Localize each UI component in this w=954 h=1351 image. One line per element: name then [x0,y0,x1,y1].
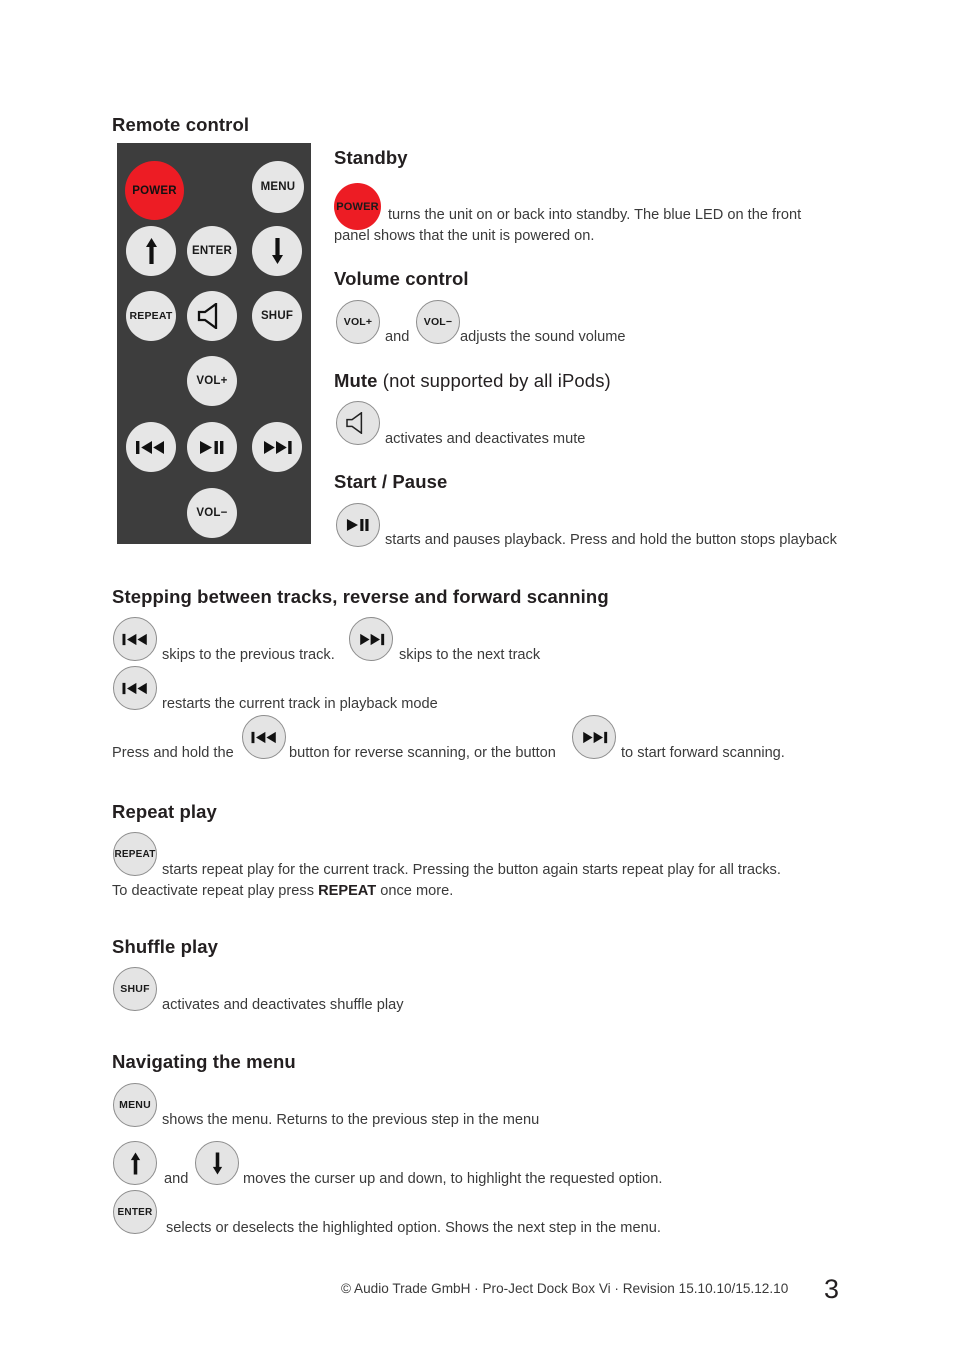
stepping-hold-text-mid: button for reverse scanning, or the butt… [289,745,556,761]
heading-mute-bold: Mute [334,370,378,391]
volume-and-text: and [385,329,410,345]
start-pause-description: starts and pauses playback. Press and ho… [385,532,837,548]
arrow-up-icon [145,238,158,264]
remote-down-button[interactable] [252,226,302,276]
enter-description: selects or deselects the highlighted opt… [166,1220,661,1236]
heading-volume-control: Volume control [334,268,469,289]
repeat-line2-bold: REPEAT [318,883,377,899]
menu-label: MENU [119,1099,151,1111]
play-pause-icon [346,518,370,532]
arrow-down-icon [271,238,284,264]
enter-button[interactable]: ENTER [113,1190,157,1234]
menu-up-button[interactable] [113,1141,157,1185]
heading-mute-light: (not supported by all iPods) [377,370,611,391]
next-track-icon [358,633,385,646]
footer-copyright: © Audio Trade GmbH · Pro-Ject Dock Box V… [341,1281,789,1296]
shuffle-description: activates and deactivates shuffle play [162,997,404,1013]
volume-down-label: VOL− [423,316,453,328]
standby-power-label: POWER [336,200,379,213]
speaker-icon [345,412,371,434]
volume-up-label: VOL+ [343,316,373,328]
remote-next-button[interactable] [252,422,302,472]
next-track-button-1[interactable] [349,617,393,661]
heading-mute: Mute (not supported by all iPods) [334,370,611,392]
document-page: Remote control POWER MENU ENTER REPEAT S… [0,0,954,1351]
remote-up-button[interactable] [126,226,176,276]
menu-button[interactable]: MENU [113,1083,157,1127]
enter-label: ENTER [117,1206,153,1218]
remote-menu-label: MENU [260,181,296,193]
menu-arrows-and: and [164,1171,189,1187]
remote-volume-up-label: VOL+ [196,375,228,387]
play-pause-button[interactable] [336,503,380,547]
previous-track-icon [136,440,166,455]
previous-track-icon [251,731,278,744]
stepping-next-text: skips to the next track [399,647,541,663]
next-track-button-2[interactable] [572,715,616,759]
standby-text-line1: turns the unit on or back into standby. … [388,207,802,223]
remote-control-image: POWER MENU ENTER REPEAT SHUF VOL+ VOL− [117,143,311,544]
remote-repeat-button[interactable]: REPEAT [126,291,176,341]
heading-start-pause: Start / Pause [334,471,448,492]
menu-arrows-description: moves the curser up and down, to highlig… [243,1171,663,1187]
shuffle-button[interactable]: SHUF [113,967,157,1011]
next-track-icon [581,731,608,744]
previous-track-button-3[interactable] [242,715,286,759]
shuffle-label: SHUF [120,983,150,995]
previous-track-button-1[interactable] [113,617,157,661]
remote-menu-button[interactable]: MENU [252,161,304,213]
arrow-down-icon [212,1152,223,1175]
speaker-icon [197,303,227,329]
repeat-line2-post: once more. [376,883,454,899]
mute-button[interactable] [336,401,380,445]
heading-repeat-play: Repeat play [112,801,217,822]
stepping-hold-text-pre: Press and hold the [112,745,234,761]
remote-repeat-label: REPEAT [129,310,173,322]
previous-track-icon [122,682,149,695]
previous-track-icon [122,633,149,646]
repeat-label: REPEAT [114,848,156,860]
remote-volume-down-button[interactable]: VOL− [187,488,237,538]
page-number: 3 [824,1274,840,1304]
remote-volume-down-label: VOL− [196,507,228,519]
heading-stepping: Stepping between tracks, reverse and for… [112,586,609,607]
arrow-up-icon [130,1152,141,1175]
previous-track-button-2[interactable] [113,666,157,710]
stepping-hold-text-post: to start forward scanning. [621,745,785,761]
remote-enter-button[interactable]: ENTER [187,226,237,276]
repeat-text-line1: starts repeat play for the current track… [162,862,781,878]
menu-description: shows the menu. Returns to the previous … [162,1112,540,1128]
heading-navigating-menu: Navigating the menu [112,1051,296,1072]
next-track-icon [262,440,292,455]
repeat-line2-pre: To deactivate repeat play press [112,883,319,899]
volume-up-button[interactable]: VOL+ [336,300,380,344]
standby-power-button[interactable]: POWER [334,183,381,230]
repeat-button[interactable]: REPEAT [113,832,157,876]
remote-shuffle-button[interactable]: SHUF [252,291,302,341]
page-title: Remote control [112,114,250,135]
heading-standby: Standby [334,147,408,168]
remote-power-label: POWER [132,184,177,197]
remote-previous-button[interactable] [126,422,176,472]
volume-down-button[interactable]: VOL− [416,300,460,344]
mute-description: activates and deactivates mute [385,431,586,447]
volume-description: adjusts the sound volume [460,329,626,345]
remote-mute-button[interactable] [187,291,237,341]
menu-down-button[interactable] [195,1141,239,1185]
remote-play-pause-button[interactable] [187,422,237,472]
stepping-restart-text: restarts the current track in playback m… [162,696,438,712]
remote-volume-up-button[interactable]: VOL+ [187,356,237,406]
repeat-text-line2: To deactivate repeat play press REPEAT o… [112,881,453,902]
remote-power-button[interactable]: POWER [125,161,184,220]
standby-text-line2: panel shows that the unit is powered on. [334,228,595,244]
remote-shuffle-label: SHUF [260,310,294,322]
remote-enter-label: ENTER [192,245,232,257]
heading-shuffle-play: Shuffle play [112,936,219,957]
stepping-prev-text: skips to the previous track. [162,647,335,663]
play-pause-icon [199,440,225,455]
